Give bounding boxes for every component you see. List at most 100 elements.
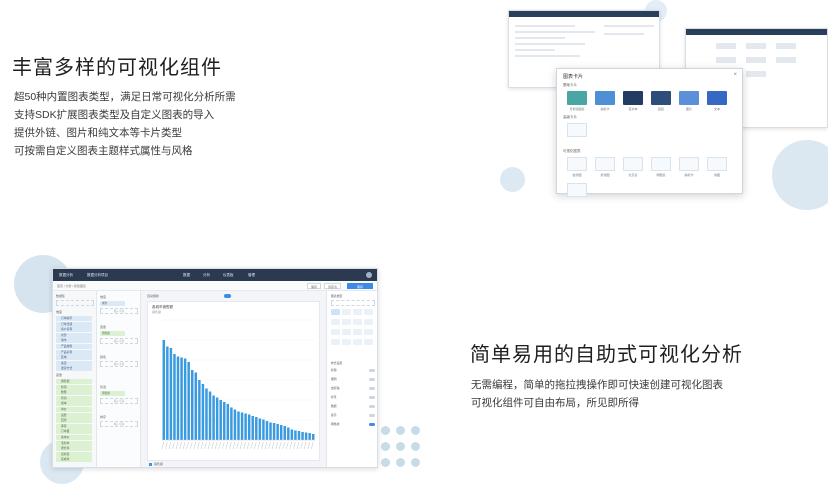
measure-field[interactable]: 完成率 [56, 457, 92, 463]
nav-item[interactable]: 数据 [183, 273, 190, 278]
dimension-field[interactable]: 省份 [56, 332, 92, 338]
chart-type-icon[interactable] [353, 339, 362, 345]
chart-type-tile[interactable] [679, 157, 699, 171]
drop-zone[interactable]: 拖入字段 [100, 361, 138, 367]
shelf-chip[interactable]: 销售额 [100, 391, 125, 396]
card-type-tile[interactable] [679, 91, 699, 105]
nav-item[interactable]: 管理 [248, 273, 255, 278]
chart-type-icon[interactable] [353, 329, 362, 335]
chart-type-label: 指标卡 [684, 173, 694, 177]
x-tick [165, 441, 168, 450]
style-option-toggle[interactable] [369, 378, 375, 381]
chart-type-icon[interactable] [331, 329, 340, 335]
card-type-tile[interactable] [623, 91, 643, 105]
measure-field[interactable]: 客单价 [56, 435, 92, 440]
measure-field[interactable]: 目标值 [56, 451, 92, 457]
measure-field[interactable]: 销售额 [56, 379, 92, 384]
dimension-field[interactable]: 城市 [56, 338, 92, 344]
drop-zone[interactable]: 拖入字段 [100, 308, 138, 314]
measure-field[interactable]: 毛利率 [56, 440, 92, 446]
style-option-toggle[interactable] [369, 414, 375, 417]
dimension-field[interactable]: 发货方式 [56, 366, 92, 372]
feature-line: 提供外链、图片和纯文本等卡片类型 [14, 127, 182, 139]
dimension-field[interactable]: 产品名称 [56, 349, 92, 355]
measure-field[interactable]: 增长率 [56, 446, 92, 452]
chart-type-icon[interactable] [364, 319, 373, 325]
card-type-tile[interactable] [567, 91, 587, 105]
bar [301, 432, 304, 440]
dimension-field[interactable]: 产品类别 [56, 344, 92, 349]
measure-field[interactable]: 折扣 [56, 395, 92, 401]
nav-item[interactable]: 仪表板 [223, 273, 234, 278]
card-type-label: 富文本 [628, 107, 638, 111]
chart-type-icon[interactable] [331, 309, 340, 315]
measure-field[interactable]: 单价 [56, 407, 92, 412]
chart-type-tile[interactable] [567, 157, 587, 171]
dimension-field[interactable]: 订单日期 [56, 321, 92, 327]
measure-field[interactable]: 数量 [56, 390, 92, 396]
measure-field[interactable]: 成本 [56, 401, 92, 407]
feature-line: 支持SDK扩展图表类型及自定义图表的导入 [14, 109, 215, 121]
chart-type-icon[interactable] [342, 339, 351, 345]
measure-field[interactable]: 回款 [56, 418, 92, 424]
drop-zone[interactable]: 拖入字段 [100, 398, 138, 404]
decorative-circle [772, 140, 828, 210]
x-tick [211, 441, 214, 450]
chart-type-tile[interactable] [623, 157, 643, 171]
close-icon[interactable]: × [733, 72, 737, 78]
avatar[interactable] [366, 272, 372, 278]
dimension-field[interactable]: 客户名称 [56, 327, 92, 333]
chart-type-icon[interactable] [364, 329, 373, 335]
chart-type-select[interactable] [331, 300, 375, 306]
x-tick [307, 441, 310, 450]
drop-zone[interactable]: 拖入字段 [100, 338, 138, 344]
nav-item[interactable]: 分析 [203, 273, 210, 278]
measure-field[interactable]: 库存 [56, 423, 92, 429]
x-tick [293, 441, 296, 450]
measure-field[interactable]: 运费 [56, 412, 92, 418]
x-tick [175, 441, 179, 450]
x-tick [310, 441, 314, 450]
card-type-label: 图片 [685, 107, 692, 111]
card-type-label: 链接 [657, 107, 664, 111]
style-option-toggle[interactable] [369, 405, 375, 408]
chart-type-icon[interactable] [331, 339, 340, 345]
shelf-chip[interactable]: 销售额 [100, 331, 125, 336]
measure-field[interactable]: 利润 [56, 384, 92, 390]
x-tick [189, 441, 193, 450]
primary-save-button[interactable]: 保存 [347, 283, 373, 289]
drop-zone[interactable]: 拖入字段 [100, 421, 138, 427]
save-button[interactable]: 保存 [306, 283, 321, 289]
chart-type-icon[interactable] [353, 319, 362, 325]
chart-type-icon[interactable] [353, 309, 362, 315]
canvas-toggle-label: 自动刷新 [147, 294, 160, 298]
chart-type-icon[interactable] [342, 329, 351, 335]
card-type-tile[interactable] [651, 91, 671, 105]
chart-type-tile[interactable] [651, 157, 671, 171]
chart-type-icon[interactable] [331, 319, 340, 325]
chart-type-icon[interactable] [342, 309, 351, 315]
advanced-card-tile[interactable] [567, 123, 587, 137]
auto-refresh-toggle[interactable] [224, 294, 231, 298]
dimension-field[interactable]: 区域 [56, 355, 92, 361]
chart-type-tile[interactable] [707, 157, 727, 171]
chart-type-tile[interactable] [567, 183, 587, 197]
style-option-toggle[interactable] [369, 387, 375, 390]
shelf-chip[interactable]: 城市 [100, 301, 125, 306]
chart-type-tile[interactable] [595, 157, 615, 171]
dimension-field[interactable]: 渠道 [56, 360, 92, 366]
x-tick [193, 441, 197, 450]
bar [247, 414, 251, 440]
card-type-tile[interactable] [595, 91, 615, 105]
save-as-button[interactable]: 另存为 [323, 283, 341, 289]
dimension-field[interactable]: 订单编号 [56, 316, 92, 321]
style-option-toggle[interactable] [369, 396, 375, 399]
style-option-toggle[interactable] [369, 423, 375, 426]
chart-type-icon[interactable] [364, 309, 373, 315]
card-type-tile[interactable] [707, 91, 727, 105]
dataset-select[interactable] [56, 300, 94, 306]
measure-field[interactable]: 订单量 [56, 429, 92, 435]
chart-type-icon[interactable] [342, 319, 351, 325]
chart-type-icon[interactable] [364, 339, 373, 345]
style-option-toggle[interactable] [369, 369, 375, 372]
